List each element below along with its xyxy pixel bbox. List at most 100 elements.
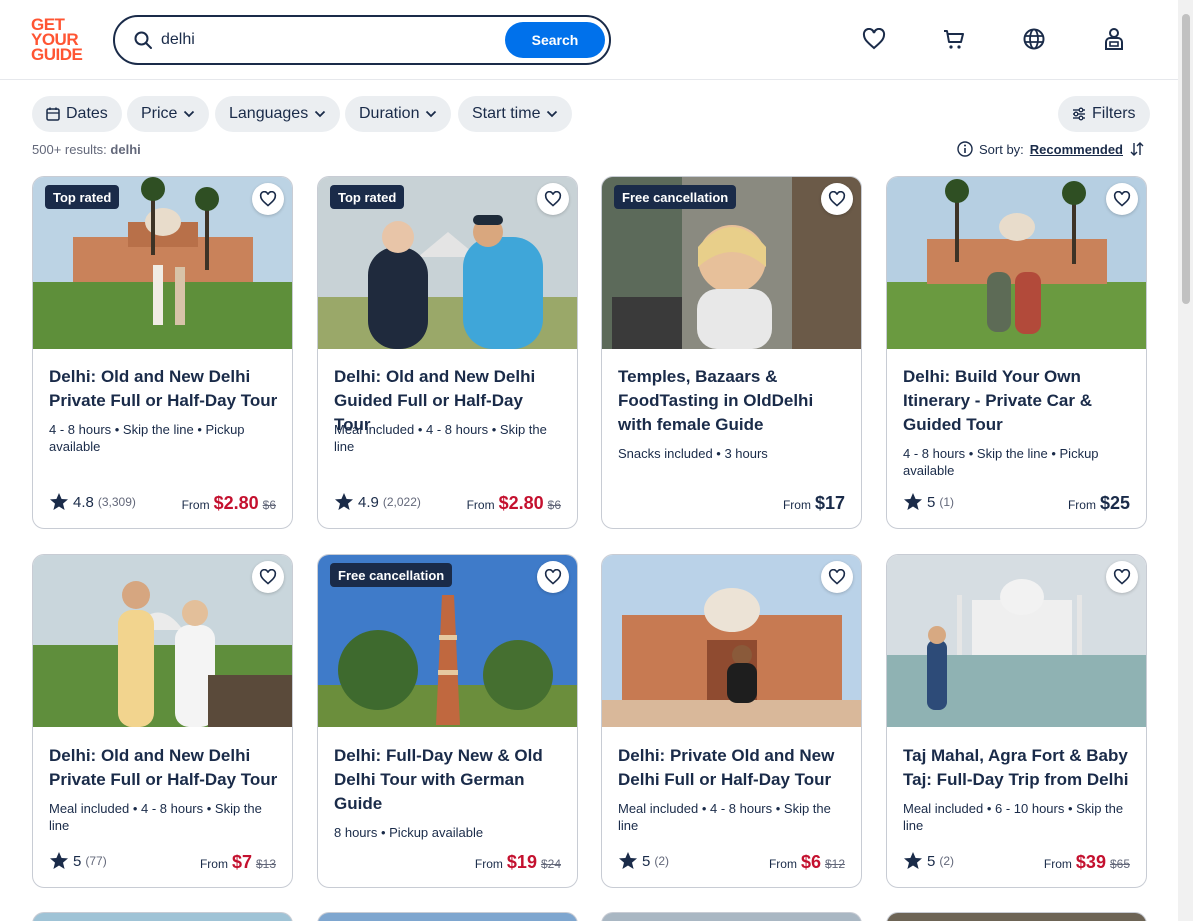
activity-meta: Meal included • 4 - 8 hours • Skip the l…	[618, 801, 831, 833]
chevron-down-icon	[184, 110, 195, 118]
info-icon	[957, 141, 973, 157]
wishlist-heart-icon[interactable]	[1106, 561, 1138, 593]
wishlist-heart-icon[interactable]	[861, 26, 887, 52]
activity-rating: 4.9 (2,022)	[334, 492, 421, 512]
activity-card[interactable]: Free cancellation Temples, Bazaars & Foo…	[601, 176, 862, 529]
price-from-label: From	[474, 857, 503, 871]
activity-title[interactable]: Taj Mahal, Agra Fort & Baby Taj: Full-Da…	[903, 744, 1133, 792]
chevron-down-icon	[426, 110, 437, 118]
activity-title[interactable]: Delhi: Build Your Own Itinerary - Privat…	[903, 365, 1133, 437]
scrollbar-thumb[interactable]	[1182, 14, 1190, 304]
filter-label: Start time	[472, 105, 541, 122]
activity-title[interactable]: Delhi: Old and New Delhi Private Full or…	[49, 744, 279, 792]
wishlist-heart-icon[interactable]	[252, 561, 284, 593]
price-from-label: From	[199, 857, 228, 871]
price-value: $7	[231, 852, 252, 872]
activity-card-peek[interactable]	[32, 912, 293, 921]
activity-price: From $19 $24	[475, 852, 561, 873]
activity-rating: 5 (77)	[49, 851, 107, 871]
activity-title[interactable]: Temples, Bazaars & FoodTasting in OldDel…	[618, 365, 848, 437]
activity-card-peek[interactable]	[317, 912, 578, 921]
search-input[interactable]	[161, 27, 491, 53]
star-icon	[335, 493, 353, 510]
filter-label: Languages	[229, 105, 309, 122]
star-icon	[619, 852, 637, 869]
getyourguide-logo[interactable]: GET YOUR GUIDE	[31, 16, 91, 64]
price-value: $19	[506, 852, 537, 872]
wishlist-heart-icon[interactable]	[821, 561, 853, 593]
activity-card-peek[interactable]	[601, 912, 862, 921]
search-bar: Search	[113, 15, 611, 65]
page-scrollbar[interactable]	[1178, 0, 1193, 921]
activity-title[interactable]: Delhi: Full-Day New & Old Delhi Tour wit…	[334, 744, 564, 816]
activity-card[interactable]: Top rated Delhi: Old and New Delhi Guide…	[317, 176, 578, 529]
top-rated-badge: Top rated	[45, 185, 120, 209]
filter-languages[interactable]: Languages	[215, 96, 341, 132]
original-price: $24	[540, 857, 561, 871]
globe-icon[interactable]	[1021, 26, 1047, 52]
results-count: 500+ results: delhi	[32, 142, 141, 157]
chevron-down-icon	[547, 110, 558, 118]
original-price: $12	[824, 857, 845, 871]
search-button[interactable]: Search	[505, 22, 605, 58]
filter-dates[interactable]: Dates	[32, 96, 122, 132]
calendar-icon	[46, 107, 60, 121]
filter-label: Dates	[66, 105, 108, 122]
activity-meta: Meal included • 4 - 8 hours • Skip the l…	[49, 801, 262, 833]
wishlist-heart-icon[interactable]	[537, 183, 569, 215]
wishlist-heart-icon[interactable]	[1106, 183, 1138, 215]
original-price: $6	[547, 498, 561, 512]
price-from-label: From	[466, 498, 495, 512]
rating-value: 4.9	[358, 493, 379, 511]
filter-duration[interactable]: Duration	[345, 96, 452, 132]
price-from-label: From	[782, 498, 811, 512]
sort-label: Sort by:	[979, 141, 1024, 157]
review-count: (77)	[85, 854, 107, 868]
sort-value[interactable]: Recommended	[1030, 142, 1123, 157]
wishlist-heart-icon[interactable]	[252, 183, 284, 215]
activity-meta: 4 - 8 hours • Skip the line • Pickup ava…	[903, 446, 1099, 478]
original-price: $65	[1109, 857, 1130, 871]
activity-card-peek[interactable]	[886, 912, 1147, 921]
star-icon	[904, 493, 922, 510]
star-icon	[904, 852, 922, 869]
rating-value: 5	[927, 493, 936, 511]
activity-card[interactable]: Taj Mahal, Agra Fort & Baby Taj: Full-Da…	[886, 554, 1147, 888]
original-price: $6	[262, 498, 276, 512]
price-value: $25	[1099, 493, 1130, 513]
activity-meta: 4 - 8 hours • Skip the line • Pickup ava…	[49, 422, 245, 454]
activity-price: From $25	[1068, 493, 1130, 514]
sort-control[interactable]: Sort by: Recommended	[957, 141, 1145, 157]
wishlist-heart-icon[interactable]	[537, 561, 569, 593]
activity-card[interactable]: Free cancellation Delhi: Full-Day New & …	[317, 554, 578, 888]
free-cancellation-badge: Free cancellation	[614, 185, 737, 209]
activity-meta: Snacks included • 3 hours	[618, 446, 768, 461]
activity-rating: 5 (2)	[903, 851, 954, 871]
rating-value: 5	[73, 852, 82, 870]
top-header: GET YOUR GUIDE Search	[0, 0, 1178, 80]
activity-title[interactable]: Delhi: Old and New Delhi Private Full or…	[49, 365, 279, 413]
wishlist-heart-icon[interactable]	[821, 183, 853, 215]
cart-icon[interactable]	[941, 26, 967, 52]
activity-rating: 5 (1)	[903, 492, 954, 512]
price-value: $2.80	[498, 493, 544, 513]
filter-price[interactable]: Price	[127, 96, 210, 132]
activity-title[interactable]: Delhi: Private Old and New Delhi Full or…	[618, 744, 848, 792]
price-value: $39	[1075, 852, 1106, 872]
activity-rating: 4.8 (3,309)	[49, 492, 136, 512]
sort-arrows-icon	[1130, 142, 1144, 156]
rating-value: 5	[642, 852, 651, 870]
filter-start-time[interactable]: Start time	[458, 96, 573, 132]
activity-card[interactable]: Top rated Delhi: Old and New Delhi Priva…	[32, 176, 293, 529]
activity-price: From $7 $13	[200, 852, 276, 873]
price-from-label: From	[1043, 857, 1072, 871]
activity-meta: Meal included • 4 - 8 hours • Skip the l…	[334, 422, 547, 454]
activity-card[interactable]: Delhi: Old and New Delhi Private Full or…	[32, 554, 293, 888]
logo-line-3: GUIDE	[31, 45, 83, 64]
activity-card[interactable]: Delhi: Private Old and New Delhi Full or…	[601, 554, 862, 888]
review-count: (3,309)	[97, 495, 136, 509]
filters-button[interactable]: Filters	[1058, 96, 1150, 132]
user-account-icon[interactable]	[1101, 26, 1127, 52]
activity-card[interactable]: Delhi: Build Your Own Itinerary - Privat…	[886, 176, 1147, 529]
price-value: $17	[814, 493, 845, 513]
